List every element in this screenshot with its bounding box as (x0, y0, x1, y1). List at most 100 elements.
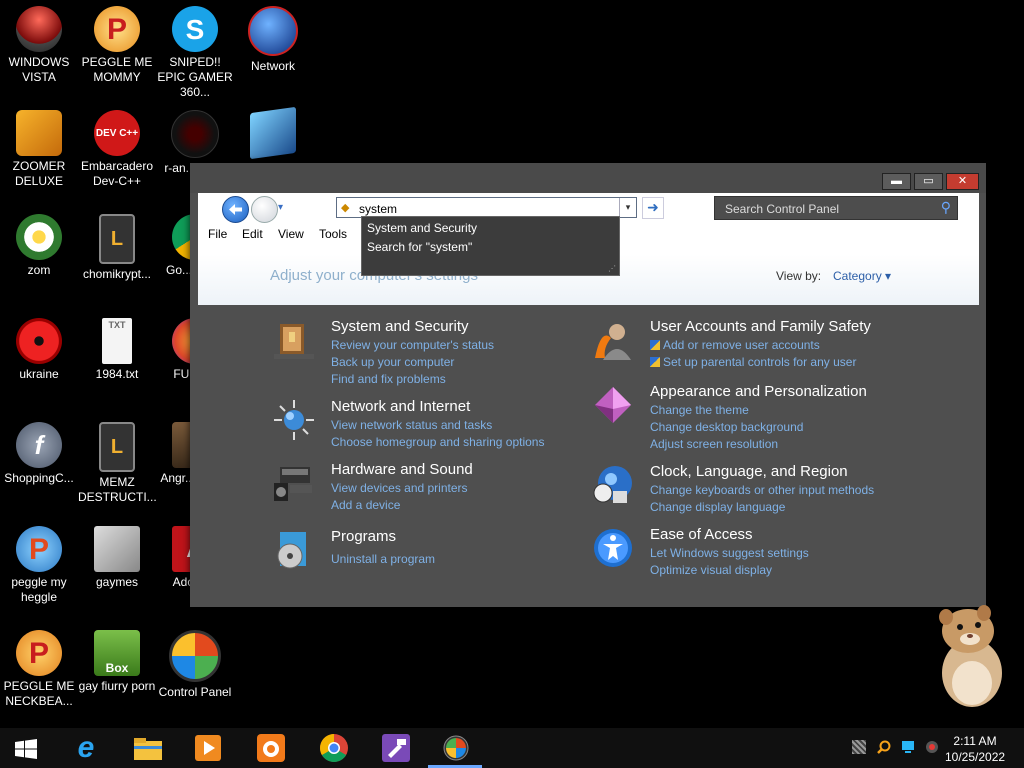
desktop-icon-peggle-me-neckbea[interactable]: P PEGGLE ME NECKBEA... (0, 630, 78, 709)
user-accounts-icon[interactable] (591, 318, 635, 362)
tray-app-icon[interactable] (852, 740, 866, 754)
menu-file[interactable]: File (208, 227, 227, 241)
link-network-status[interactable]: View network status and tasks (331, 418, 492, 432)
close-button[interactable]: ✕ (946, 173, 979, 190)
link-uninstall-program[interactable]: Uninstall a program (331, 552, 435, 566)
hardware-sound-icon[interactable] (272, 461, 316, 505)
desktop-icon-gay-fiurry[interactable]: Box gay fiurry porn (78, 630, 156, 694)
address-input[interactable] (357, 200, 616, 217)
desktop-icon-label: Embarcadero Dev-C++ (80, 159, 154, 188)
category-title[interactable]: Appearance and Personalization (650, 383, 867, 400)
desktop-icon-label: peggle my heggle (11, 575, 67, 604)
link-add-device[interactable]: Add a device (331, 498, 400, 512)
desktop-icon-shoppingc[interactable]: f ShoppingC... (0, 422, 78, 486)
taskbar-clock[interactable]: 2:11 AM 10/25/2022 (945, 733, 1005, 765)
tray-display-icon[interactable] (901, 740, 915, 754)
link-change-theme[interactable]: Change the theme (650, 403, 749, 417)
link-find-fix[interactable]: Find and fix problems (331, 372, 446, 386)
minimize-button[interactable]: ▬ (882, 173, 911, 190)
link-display-language[interactable]: Change display language (650, 500, 785, 514)
category-title[interactable]: Ease of Access (650, 526, 753, 543)
appearance-icon[interactable] (591, 383, 635, 427)
category-title[interactable]: User Accounts and Family Safety (650, 318, 871, 335)
forward-button[interactable] (251, 196, 278, 223)
desktop-icon-label: SNIPED!! EPIC GAMER 360... (157, 55, 233, 99)
menu-edit[interactable]: Edit (242, 227, 263, 241)
link-desktop-background[interactable]: Change desktop background (650, 420, 803, 434)
link-add-remove-users[interactable]: Add or remove user accounts (650, 338, 820, 352)
desktop-icon-network[interactable]: Network (234, 6, 312, 74)
desktop-icon-zoomer-deluxe[interactable]: ZOOMER DELUXE (0, 110, 78, 189)
view-by-dropdown[interactable]: Category ▾ (833, 269, 891, 283)
search-input[interactable] (723, 200, 932, 217)
link-back-up[interactable]: Back up your computer (331, 355, 454, 369)
search-box[interactable]: ⚲ (714, 196, 958, 220)
tray-search-icon[interactable] (877, 740, 891, 754)
maximize-button[interactable]: ▭ (914, 173, 943, 190)
taskbar-media-player[interactable] (192, 732, 224, 764)
taskbar-internet-explorer[interactable]: e (70, 731, 102, 764)
system-security-icon[interactable] (272, 318, 316, 362)
desktop-icon-memz[interactable]: L MEMZ DESTRUCTI... (78, 422, 157, 505)
link-screen-resolution[interactable]: Adjust screen resolution (650, 437, 778, 451)
link-change-keyboards[interactable]: Change keyboards or other input methods (650, 483, 874, 497)
tray-volume-icon[interactable] (925, 740, 939, 754)
link-homegroup[interactable]: Choose homegroup and sharing options (331, 435, 544, 449)
desktop-icon-sniped[interactable]: S SNIPED!! EPIC GAMER 360... (156, 6, 234, 100)
desktop-icon-windows-vista[interactable]: WINDOWS VISTA (0, 6, 78, 85)
folder-media-icon (94, 526, 140, 572)
title-bar[interactable]: ▬ ▭ ✕ (190, 163, 986, 193)
menu-view[interactable]: View (278, 227, 304, 241)
desktop-icon-gaymes[interactable]: gaymes (78, 526, 156, 590)
category-title[interactable]: Hardware and Sound (331, 461, 473, 478)
desktop-icon-1984-txt[interactable]: TXT 1984.txt (78, 318, 156, 382)
desktop-icon-zom[interactable]: zom (0, 214, 78, 278)
autocomplete-item-search[interactable]: Search for "system" (367, 240, 472, 254)
address-bar[interactable]: ◆ ▾ (336, 197, 637, 218)
network-internet-icon[interactable] (272, 398, 316, 442)
taskbar-visual-studio[interactable] (380, 732, 412, 764)
taskbar-uc-browser[interactable] (255, 732, 287, 764)
desktop-icon-dev-cpp[interactable]: DEV C++ Embarcadero Dev-C++ (78, 110, 156, 189)
clock-language-icon[interactable] (591, 463, 635, 507)
address-dropdown-button[interactable]: ▾ (619, 198, 636, 217)
desktop-icon-monitor[interactable] (234, 106, 312, 160)
start-button[interactable] (15, 739, 37, 759)
monitor-icon (250, 106, 296, 160)
resize-grip-icon[interactable]: ⋰ (608, 264, 616, 273)
uac-shield-icon (650, 357, 660, 367)
desktop-icon-label: 1984.txt (95, 367, 139, 381)
category-title[interactable]: Clock, Language, and Region (650, 463, 848, 480)
back-button[interactable] (222, 196, 249, 223)
desktop-icon-label: ukraine (19, 367, 59, 381)
link-devices-printers[interactable]: View devices and printers (331, 481, 468, 495)
category-title[interactable]: Network and Internet (331, 398, 470, 415)
category-title[interactable]: Programs (331, 528, 396, 545)
taskbar-chrome[interactable] (318, 732, 350, 764)
dark-logo-icon (171, 110, 219, 158)
peggle-icon: P (16, 526, 62, 572)
taskbar-file-explorer[interactable] (132, 732, 164, 764)
link-review-status[interactable]: Review your computer's status (331, 338, 494, 352)
history-dropdown-icon[interactable]: ▾ (278, 202, 283, 213)
link-suggest-settings[interactable]: Let Windows suggest settings (650, 546, 809, 560)
link-parental-controls[interactable]: Set up parental controls for any user (650, 355, 856, 369)
search-icon[interactable]: ⚲ (941, 199, 951, 216)
taskbar: e 2:11 AM 10/25/2022 (0, 728, 1024, 768)
uc-browser-icon (257, 734, 285, 762)
desktop-icon-control-panel[interactable]: Control Panel (156, 630, 234, 700)
desktop-icon-chomikrypt[interactable]: L chomikrypt... (78, 214, 156, 282)
desktop-icon-peggle-me-mommy[interactable]: P PEGGLE ME MOMMY (78, 6, 156, 85)
taskbar-control-panel[interactable] (440, 732, 472, 764)
peggle-icon: P (94, 6, 140, 52)
category-title[interactable]: System and Security (331, 318, 469, 335)
link-optimize-display[interactable]: Optimize visual display (650, 563, 772, 577)
programs-icon[interactable] (272, 528, 316, 572)
desktop-icon-peggle-my-heggle[interactable]: P peggle my heggle (0, 526, 78, 605)
folder-icon (134, 738, 162, 760)
menu-tools[interactable]: Tools (319, 227, 347, 241)
ease-of-access-icon[interactable] (591, 526, 635, 570)
autocomplete-item-system-security[interactable]: System and Security (367, 221, 477, 235)
desktop-icon-ukraine[interactable]: ukraine (0, 318, 78, 382)
go-button[interactable]: ➜ (642, 197, 664, 219)
